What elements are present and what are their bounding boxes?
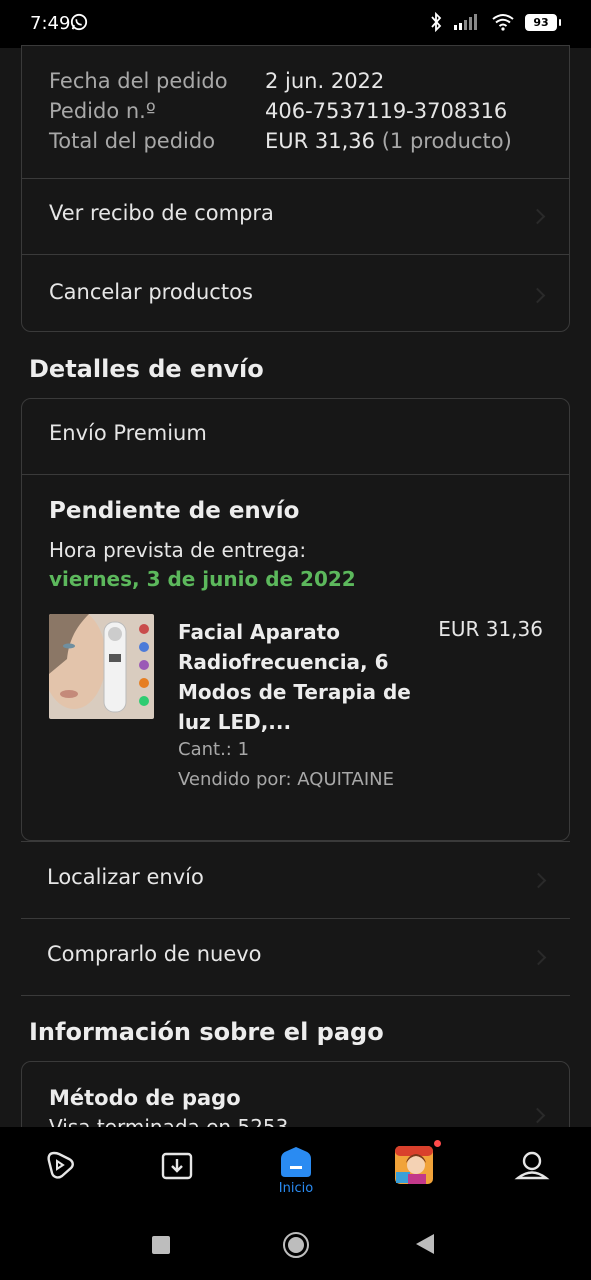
back-button[interactable] xyxy=(416,1234,434,1254)
product-title[interactable]: Facial Aparato Radiofrecuencia, 6 Modos … xyxy=(178,617,418,737)
chevron-right-icon xyxy=(530,872,547,889)
whatsapp-icon xyxy=(70,13,88,31)
payment-card[interactable]: Método de pago Visa terminada en 5253 xyxy=(21,1061,570,1127)
nav-game[interactable] xyxy=(394,1140,441,1185)
track-shipment-row[interactable]: Localizar envío xyxy=(21,842,570,918)
system-navigation-bar xyxy=(0,1207,591,1280)
shipping-method: Envío Premium xyxy=(49,421,207,445)
nav-video[interactable] xyxy=(40,1145,80,1185)
order-date-value: 2 jun. 2022 xyxy=(265,69,385,93)
order-detail-scroll[interactable]: Fecha del pedido 2 jun. 2022 Pedido n.º … xyxy=(0,40,591,1127)
order-total-items: (1 producto) xyxy=(381,129,512,153)
view-receipt-label: Ver recibo de compra xyxy=(49,201,274,225)
home-button[interactable] xyxy=(283,1232,309,1258)
product-title-line: Radiofrecuencia, 6 xyxy=(178,650,389,674)
bottom-navigation: Inicio xyxy=(0,1127,591,1207)
recent-apps-button[interactable] xyxy=(152,1236,170,1254)
payment-section-title: Información sobre el pago xyxy=(29,1018,384,1046)
chevron-right-icon xyxy=(529,287,546,304)
home-icon xyxy=(281,1147,311,1177)
chevron-right-icon xyxy=(529,1107,546,1124)
wifi-icon xyxy=(492,14,514,31)
order-number-label: Pedido n.º xyxy=(49,99,156,123)
video-icon xyxy=(47,1151,74,1179)
buy-again-row[interactable]: Comprarlo de nuevo xyxy=(21,919,570,995)
battery-indicator: 93 xyxy=(525,13,561,31)
product-quantity: Cant.: 1 xyxy=(178,739,250,760)
order-total-value: EUR 31,36 (1 producto) xyxy=(265,129,512,153)
eta-date: viernes, 3 de junio de 2022 xyxy=(49,567,356,591)
product-image[interactable] xyxy=(49,614,154,719)
product-thumbnail xyxy=(49,614,154,719)
product-title-line: Facial Aparato xyxy=(178,620,340,644)
eta-label: Hora prevista de entrega: xyxy=(49,538,307,562)
track-shipment-label: Localizar envío xyxy=(47,865,204,889)
order-summary-card: Fecha del pedido 2 jun. 2022 Pedido n.º … xyxy=(21,45,570,332)
product-price: EUR 31,36 xyxy=(438,617,543,641)
cancel-products-label: Cancelar productos xyxy=(49,280,253,304)
nav-downloads[interactable] xyxy=(157,1145,197,1185)
profile-icon xyxy=(514,1151,550,1180)
payment-method-value: Visa terminada en 5253 xyxy=(49,1115,289,1127)
order-number-value: 406-7537119-3708316 xyxy=(265,99,508,123)
game-icon xyxy=(395,1146,433,1184)
nav-home[interactable]: Inicio xyxy=(275,1145,317,1196)
notification-dot xyxy=(434,1140,441,1147)
cancel-products-row[interactable]: Cancelar productos xyxy=(22,255,569,331)
divider xyxy=(22,474,569,475)
divider xyxy=(21,995,570,996)
bluetooth-icon xyxy=(431,12,442,32)
product-title-line: Modos de Terapia de xyxy=(178,680,411,704)
shipping-card: Envío Premium Pendiente de envío Hora pr… xyxy=(21,398,570,841)
payment-method-label: Método de pago xyxy=(49,1086,241,1110)
product-seller: Vendido por: AQUITAINE xyxy=(178,769,394,790)
view-receipt-row[interactable]: Ver recibo de compra xyxy=(22,179,569,254)
status-time: 7:49 xyxy=(30,13,71,34)
download-icon xyxy=(161,1152,193,1180)
order-total-amount: EUR 31,36 xyxy=(265,129,376,153)
order-date-label: Fecha del pedido xyxy=(49,69,228,93)
home-button-dot xyxy=(288,1237,304,1253)
chevron-right-icon xyxy=(530,949,547,966)
product-title-line: luz LED,... xyxy=(178,710,292,734)
nav-profile[interactable] xyxy=(512,1145,552,1185)
signal-icon xyxy=(454,14,477,30)
order-total-label: Total del pedido xyxy=(49,129,216,153)
nav-home-label: Inicio xyxy=(278,1181,314,1196)
shipping-section-title: Detalles de envío xyxy=(29,355,264,383)
chevron-right-icon xyxy=(529,208,546,225)
buy-again-label: Comprarlo de nuevo xyxy=(47,942,262,966)
shipment-status: Pendiente de envío xyxy=(49,498,300,524)
